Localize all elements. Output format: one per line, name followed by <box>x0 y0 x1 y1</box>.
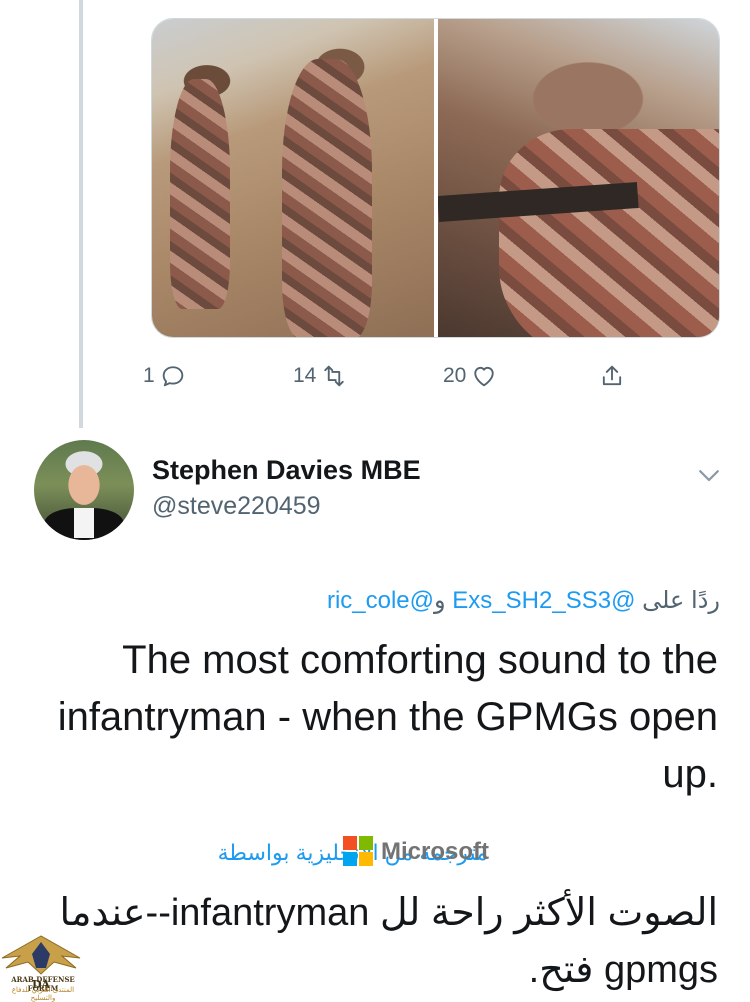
translator-brand: Microsoft <box>381 838 489 865</box>
replying-to-join: و <box>434 587 453 614</box>
watermark-subtitle: المنتدى العربي للدفاع والتسليح <box>11 987 75 1002</box>
reply-button[interactable]: 1 <box>143 362 187 390</box>
author-handle[interactable]: @steve220459 <box>152 492 321 521</box>
tweet-action-bar: 1 14 20 <box>143 362 663 394</box>
logo-square <box>359 852 373 866</box>
logo-square <box>359 836 373 850</box>
reply-mention-link[interactable]: @ric_cole <box>327 587 434 614</box>
microsoft-logo-icon <box>343 836 373 866</box>
replying-to-prefix: ردًا على <box>635 587 720 614</box>
chevron-down-icon[interactable] <box>694 460 724 490</box>
share-button[interactable] <box>598 362 626 390</box>
media-photo-soldier-aiming[interactable] <box>437 19 719 337</box>
logo-square <box>343 852 357 866</box>
reply-count: 1 <box>143 364 155 387</box>
media-photo-soldiers-advancing[interactable] <box>152 19 434 337</box>
logo-square <box>343 836 357 850</box>
photo-figure <box>170 79 230 309</box>
reply-mention-link[interactable]: @Exs_SH2_SS3 <box>452 587 635 614</box>
translated-tweet-text: الصوت الأكثر راحة لل infantryman--عندما … <box>59 892 718 991</box>
thread-connector-line <box>79 0 83 428</box>
photo-figure <box>499 129 719 337</box>
like-count: 20 <box>443 364 467 387</box>
author-avatar[interactable] <box>34 440 134 540</box>
tweet-media-grid[interactable] <box>151 18 720 338</box>
like-icon <box>474 366 495 387</box>
retweet-button[interactable]: 14 <box>293 362 348 390</box>
reply-icon <box>162 366 183 387</box>
author-name[interactable]: Stephen Davies MBE <box>152 455 421 486</box>
tweet-text: The most comforting sound to the infantr… <box>57 638 718 796</box>
retweet-count: 14 <box>293 364 317 387</box>
avatar-shirt <box>74 508 94 538</box>
retweet-icon <box>324 365 345 387</box>
like-button[interactable]: 20 <box>443 362 498 390</box>
photo-figure <box>282 59 372 337</box>
share-icon <box>602 365 622 386</box>
replying-to-line: ردًا على @Exs_SH2_SS3 و@ric_cole <box>327 586 720 615</box>
